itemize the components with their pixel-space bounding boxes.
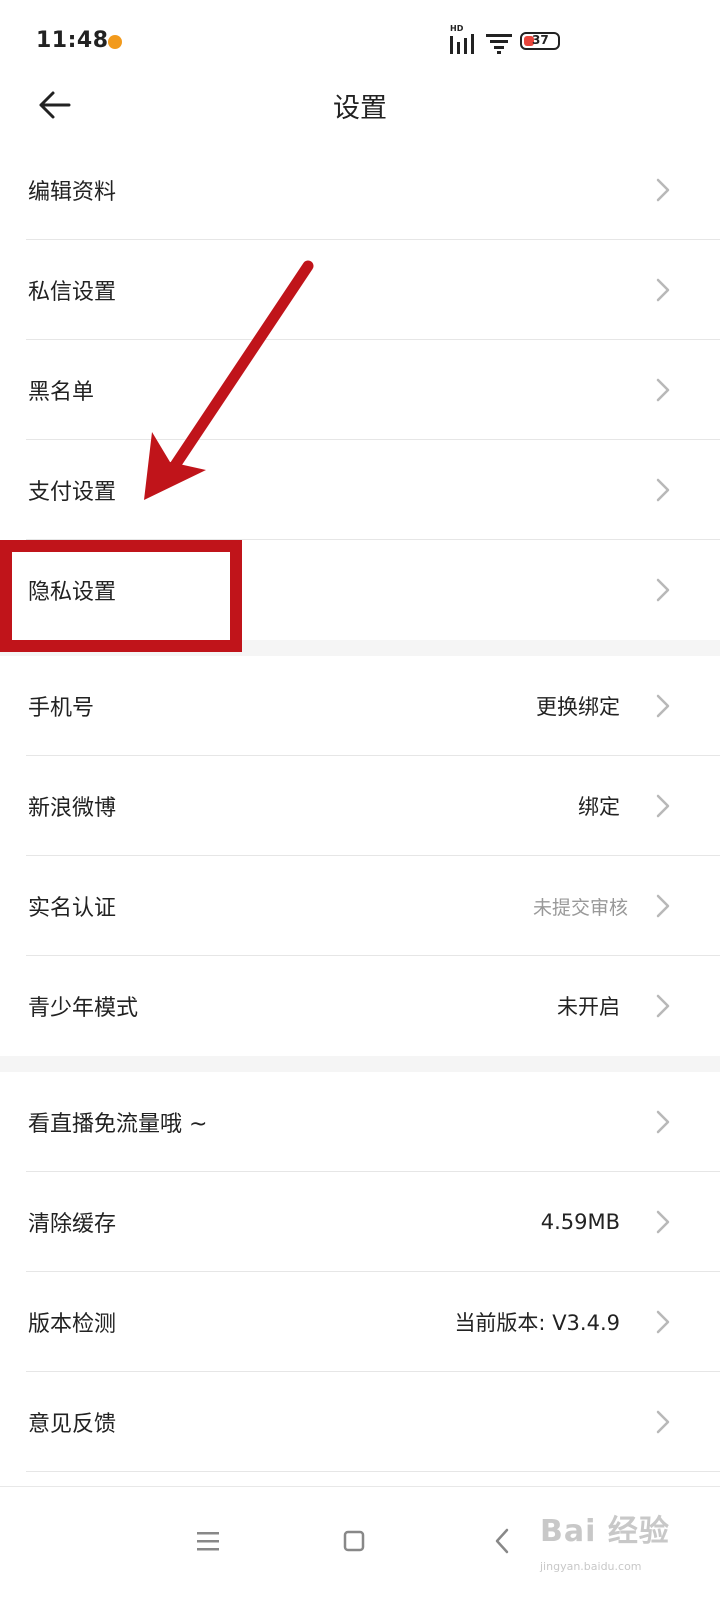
row-value: 4.59MB — [540, 1210, 620, 1234]
row-label: 看直播免流量哦 ~ — [28, 1112, 208, 1137]
chevron-right-icon — [654, 992, 672, 1020]
wifi-icon — [486, 34, 512, 54]
row-value: 当前版本: V3.4.9 — [454, 1311, 620, 1335]
row-value: 未提交审核 — [532, 896, 628, 919]
status-time: 11:48 — [36, 28, 109, 53]
chevron-right-icon — [654, 176, 672, 204]
settings-group-binding: 手机号 更换绑定 新浪微博 绑定 实名认证 未提交审核 青少年模式 未开启 — [0, 656, 720, 1056]
row-label: 隐私设置 — [28, 580, 117, 605]
chevron-right-icon — [654, 476, 672, 504]
chevron-right-icon — [654, 892, 672, 920]
status-icons: HD 37 — [450, 24, 560, 56]
settings-group-account: 编辑资料 私信设置 黑名单 支付设置 隐私设置 — [0, 140, 720, 640]
row-sina-weibo[interactable]: 新浪微博 绑定 — [0, 756, 720, 856]
row-real-name-verification[interactable]: 实名认证 未提交审核 — [0, 856, 720, 956]
nav-menu-button[interactable] — [178, 1511, 238, 1571]
row-label: 新浪微博 — [28, 796, 117, 821]
row-clear-cache[interactable]: 清除缓存 4.59MB — [0, 1172, 720, 1272]
battery-level: 37 — [532, 33, 549, 47]
row-label: 私信设置 — [28, 280, 117, 305]
row-label: 青少年模式 — [28, 996, 139, 1021]
row-value: 绑定 — [578, 795, 620, 819]
settings-group-general: 看直播免流量哦 ~ 清除缓存 4.59MB 版本检测 当前版本: V3.4.9 … — [0, 1072, 720, 1472]
row-label: 实名认证 — [28, 896, 117, 921]
row-value: 未开启 — [557, 995, 620, 1019]
notification-dot-icon — [108, 35, 122, 49]
row-free-traffic-live[interactable]: 看直播免流量哦 ~ — [0, 1072, 720, 1172]
status-bar: 11:48 HD 37 — [0, 0, 720, 80]
row-version-check[interactable]: 版本检测 当前版本: V3.4.9 — [0, 1272, 720, 1372]
watermark-text: Bai 经验 — [540, 1514, 670, 1549]
home-square-icon — [343, 1530, 365, 1552]
nav-back-button[interactable] — [472, 1511, 532, 1571]
baidu-watermark: Bai 经验 jingyan.baidu.com — [540, 1486, 670, 1586]
nav-home-button[interactable] — [324, 1511, 384, 1571]
row-blacklist[interactable]: 黑名单 — [0, 340, 720, 440]
row-privacy-settings[interactable]: 隐私设置 — [0, 540, 720, 640]
row-feedback[interactable]: 意见反馈 — [0, 1372, 720, 1472]
row-label: 编辑资料 — [28, 180, 117, 205]
chevron-right-icon — [654, 792, 672, 820]
row-label: 黑名单 — [28, 380, 95, 405]
section-divider — [0, 640, 720, 656]
row-edit-profile[interactable]: 编辑资料 — [0, 140, 720, 240]
row-phone-number[interactable]: 手机号 更换绑定 — [0, 656, 720, 756]
watermark-sub: jingyan.baidu.com — [540, 1560, 642, 1573]
chevron-right-icon — [654, 1208, 672, 1236]
row-label: 清除缓存 — [28, 1212, 117, 1237]
chevron-right-icon — [654, 1408, 672, 1436]
chevron-right-icon — [654, 692, 672, 720]
chevron-right-icon — [654, 1108, 672, 1136]
row-message-settings[interactable]: 私信设置 — [0, 240, 720, 340]
chevron-right-icon — [654, 576, 672, 604]
row-payment-settings[interactable]: 支付设置 — [0, 440, 720, 540]
row-value: 更换绑定 — [536, 695, 620, 719]
section-divider — [0, 1056, 720, 1072]
chevron-right-icon — [654, 276, 672, 304]
nav-back-icon — [495, 1528, 509, 1554]
row-label: 版本检测 — [28, 1312, 117, 1337]
row-label: 意见反馈 — [28, 1412, 117, 1437]
page-title: 设置 — [333, 93, 387, 124]
battery-icon: 37 — [520, 32, 560, 50]
chevron-right-icon — [654, 376, 672, 404]
row-label: 手机号 — [28, 696, 95, 721]
chevron-right-icon — [654, 1308, 672, 1336]
signal-icon — [450, 34, 474, 54]
row-label: 支付设置 — [28, 480, 117, 505]
row-teen-mode[interactable]: 青少年模式 未开启 — [0, 956, 720, 1056]
menu-icon — [197, 1532, 219, 1551]
